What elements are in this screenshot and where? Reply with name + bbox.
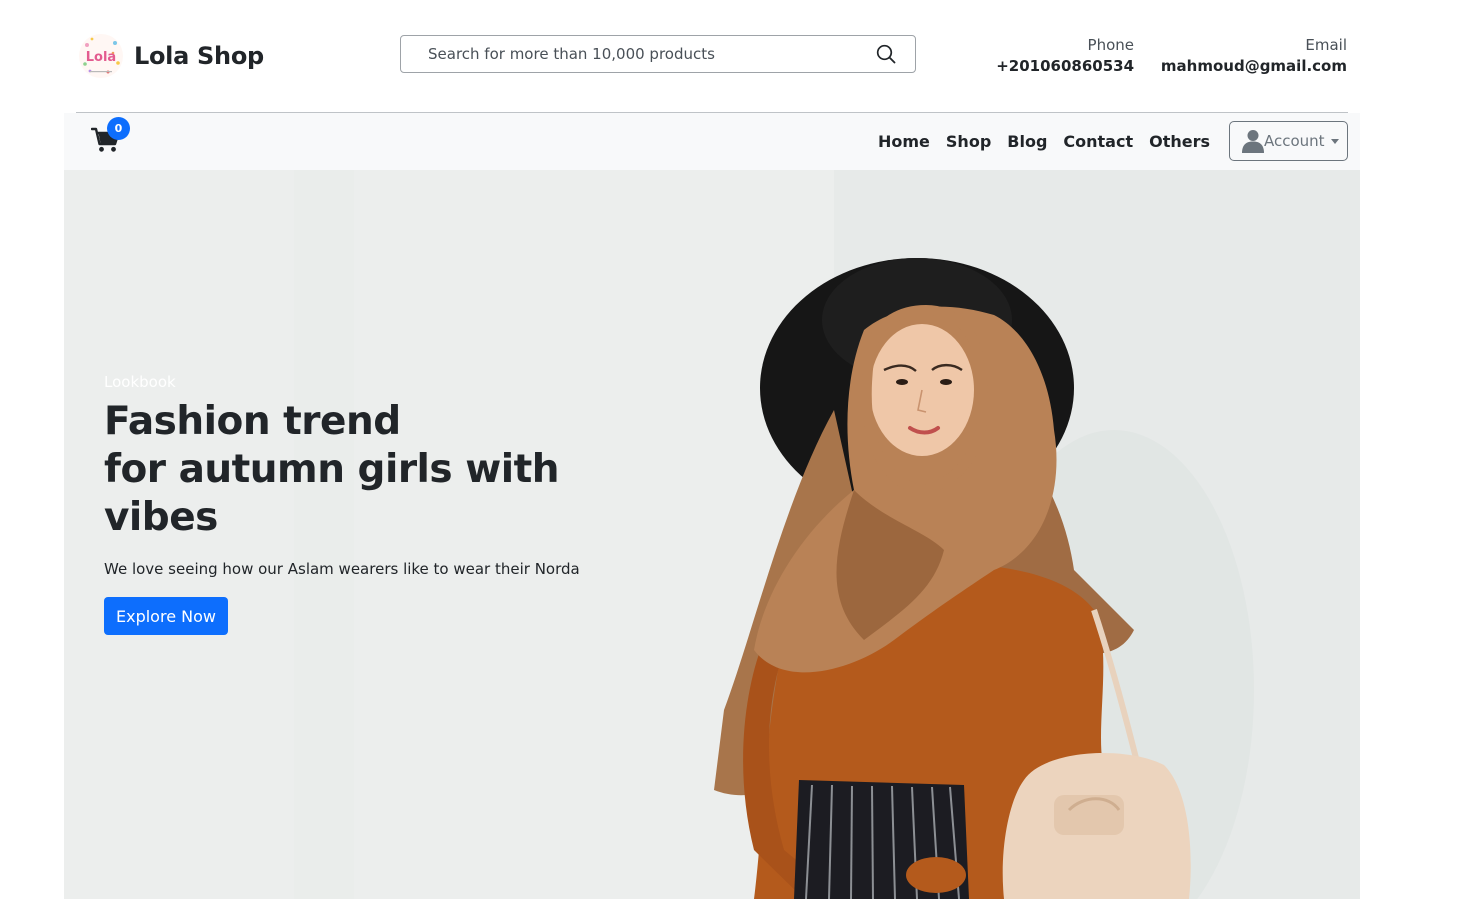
search-input[interactable] <box>401 36 857 72</box>
cart-count-badge: 0 <box>107 117 130 140</box>
phone-contact: Phone +201060860534 <box>996 35 1134 77</box>
email-contact: Email mahmoud@gmail.com <box>1161 35 1347 77</box>
account-label: Account <box>1264 132 1325 150</box>
svg-text:Lola: Lola <box>86 50 116 65</box>
nav-links: Home Shop Blog Contact Others <box>870 113 1218 170</box>
search-form <box>400 35 916 73</box>
hero-banner: Lookbook Fashion trend for autumn girls … <box>64 170 1360 899</box>
nav-contact[interactable]: Contact <box>1055 132 1141 151</box>
brand-logo: Lola <box>79 34 123 78</box>
hero-title-line-2: for autumn girls with vibes <box>104 447 560 540</box>
search-button[interactable] <box>857 36 915 72</box>
brand-name: Lola Shop <box>134 42 264 70</box>
email-label: Email <box>1305 36 1347 54</box>
caret-down-icon <box>1330 138 1339 144</box>
account-dropdown-button[interactable]: Account <box>1229 121 1348 161</box>
hero-title: Fashion trend for autumn girls with vibe… <box>104 398 664 542</box>
hero-description: We love seeing how our Aslam wearers lik… <box>104 560 580 578</box>
user-icon <box>1242 130 1264 153</box>
nav-blog[interactable]: Blog <box>999 132 1055 151</box>
top-header: Lola Lola Shop Phone +201060860534 Email… <box>0 0 1467 112</box>
hero-kicker: Lookbook <box>104 373 176 391</box>
hero-content: Lookbook Fashion trend for autumn girls … <box>104 372 664 635</box>
phone-label: Phone <box>1087 36 1134 54</box>
phone-value[interactable]: +201060860534 <box>996 55 1134 77</box>
nav-others[interactable]: Others <box>1141 132 1218 151</box>
nav-shop[interactable]: Shop <box>938 132 999 151</box>
brand-link[interactable]: Lola Lola Shop <box>78 30 264 82</box>
explore-now-button[interactable]: Explore Now <box>104 597 228 635</box>
main-navbar: 0 Home Shop Blog Contact Others Account <box>64 113 1360 170</box>
nav-home[interactable]: Home <box>870 132 938 151</box>
search-icon <box>876 44 896 64</box>
email-value[interactable]: mahmoud@gmail.com <box>1161 55 1347 77</box>
hero-title-line-1: Fashion trend <box>104 399 401 444</box>
